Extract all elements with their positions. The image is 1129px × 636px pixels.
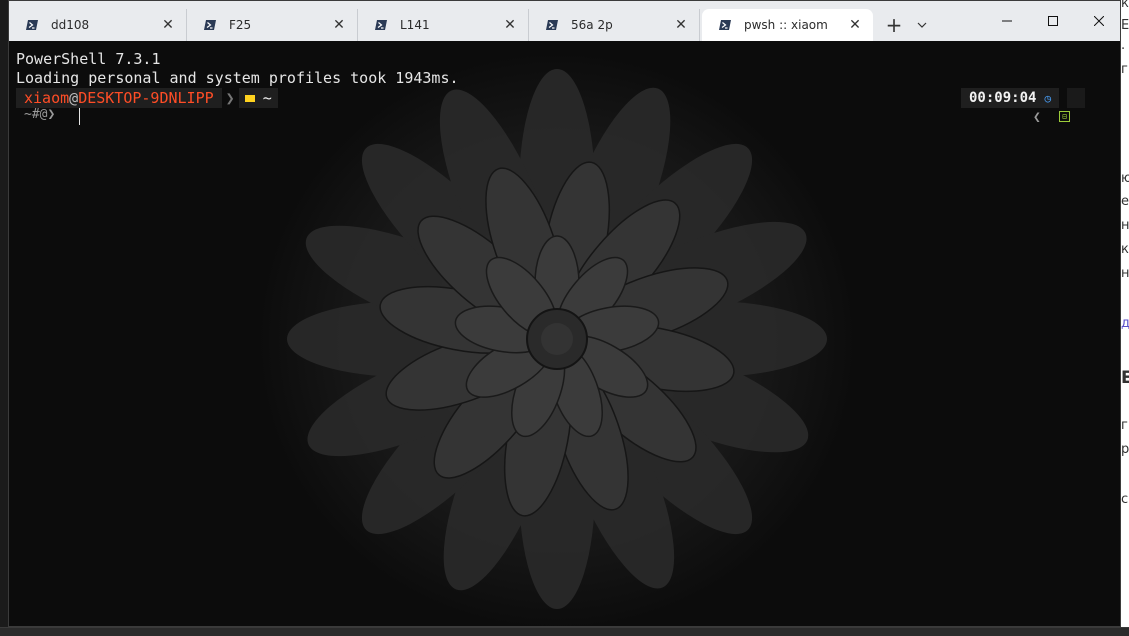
tab-dropdown-button[interactable] (910, 13, 934, 37)
bg-text-fragment: ЕА (1121, 18, 1129, 33)
close-icon[interactable]: ✕ (673, 17, 689, 33)
tab-label: F25 (229, 18, 252, 32)
minimize-button[interactable] (984, 1, 1030, 41)
prompt-host: DESKTOP-9DNLIPP (78, 89, 214, 107)
prompt-second-line: ~#@❯ (24, 107, 56, 122)
background-document-page: к ЕА . гр ю е нт кс н д E г р с (1121, 0, 1129, 635)
tab-dd108[interactable]: dd108 ✕ (9, 9, 187, 41)
bg-text-fragment: кс (1121, 242, 1129, 257)
close-icon (1094, 16, 1104, 26)
maximize-button[interactable] (1030, 1, 1076, 41)
tab-l141[interactable]: L141 ✕ (358, 9, 529, 41)
bg-text-fragment: к (1121, 0, 1129, 11)
bg-link-fragment: д (1121, 316, 1129, 331)
title-bar[interactable]: dd108 ✕ F25 ✕ L141 ✕ 56a 2p ✕ pwsh:: xi… (9, 1, 1120, 41)
tab-label: dd108 (51, 18, 90, 32)
bg-text-fragment: р (1121, 442, 1129, 457)
tab-label: 56a 2p (571, 18, 613, 32)
bg-text-fragment: нт (1121, 218, 1129, 233)
close-icon[interactable]: ✕ (847, 17, 863, 33)
dahlia-flower-background-image (257, 51, 857, 626)
bg-text-fragment: н (1121, 266, 1129, 281)
close-icon[interactable]: ✕ (502, 17, 518, 33)
prompt-line: xiaom @ DESKTOP-9DNLIPP ❯ ~ (16, 88, 278, 108)
bg-text-fragment: ю (1121, 171, 1129, 186)
maximize-icon (1048, 16, 1058, 26)
terminal-window: dd108 ✕ F25 ✕ L141 ✕ 56a 2p ✕ pwsh:: xi… (8, 0, 1121, 627)
bg-text-fragment: . (1121, 38, 1126, 53)
tab-pwsh-xiaom[interactable]: pwsh :: xiaom ✕ (702, 9, 873, 41)
prompt-user: xiaom (24, 89, 70, 107)
tab-label: pwsh :: xiaom (744, 18, 828, 32)
profile-load-line: Loading personal and system profiles too… (16, 69, 459, 87)
close-window-button[interactable] (1076, 1, 1120, 41)
prompt-separator-icon: ❯ (225, 89, 235, 107)
clock-icon: ◷ (1044, 91, 1052, 105)
prompt-user-host: xiaom @ DESKTOP-9DNLIPP (16, 88, 222, 108)
new-tab-button[interactable]: + (882, 13, 906, 37)
execution-time-segment: 00:09:04 ◷ (961, 88, 1060, 108)
tab-56a-2p[interactable]: 56a 2p ✕ (529, 9, 700, 41)
exit-status-icon: ⊟ (1059, 111, 1070, 122)
tab-f25[interactable]: F25 ✕ (187, 9, 358, 41)
tab-label: L141 (400, 18, 430, 32)
bg-text-fragment: е (1121, 194, 1129, 209)
close-icon[interactable]: ✕ (331, 17, 347, 33)
segment-tail (1067, 88, 1085, 108)
powershell-icon (26, 20, 38, 30)
terminal-content[interactable]: PowerShell 7.3.1 Loading personal and sy… (9, 41, 1120, 626)
bg-text-fragment: г (1121, 418, 1128, 433)
bg-heading-fragment: E (1121, 368, 1129, 388)
prompt-at: @ (69, 89, 79, 107)
prompt-path-text: ~ (262, 89, 272, 107)
bg-text-fragment: с (1121, 492, 1129, 507)
close-icon[interactable]: ✕ (160, 17, 176, 33)
folder-icon (244, 94, 255, 102)
execution-time: 00:09:04 (969, 90, 1037, 106)
chevron-down-icon (917, 22, 927, 28)
flower-petals (287, 69, 827, 609)
powershell-version-line: PowerShell 7.3.1 (16, 50, 161, 68)
powershell-icon (719, 20, 731, 30)
right-prompt-chevron-icon: ❮ (1033, 110, 1041, 125)
text-cursor (79, 108, 80, 125)
powershell-icon (546, 20, 558, 30)
bg-text-fragment: гр (1121, 62, 1129, 77)
prompt-path: ~ (238, 88, 278, 108)
powershell-icon (375, 20, 387, 30)
minimize-icon (1002, 20, 1012, 22)
powershell-icon (204, 20, 216, 30)
